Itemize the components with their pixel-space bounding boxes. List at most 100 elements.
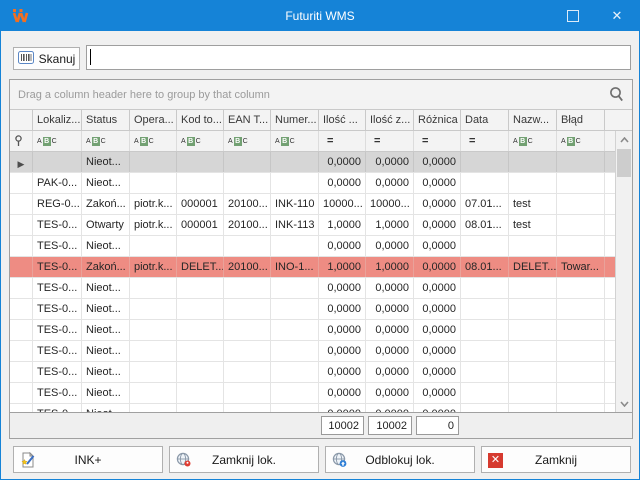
grid-cell[interactable]: 0,0000 [319,278,366,298]
column-header[interactable]: EAN T... [224,110,271,130]
table-row[interactable]: TES-0...Nieot...0,00000,00000,0000 [10,278,617,299]
grid-cell[interactable]: 0,0000 [366,404,414,412]
column-header[interactable]: Lokaliz... [33,110,82,130]
search-icon[interactable] [608,86,625,108]
grid-cell[interactable]: 1,0000 [319,257,366,277]
grid-cell[interactable] [557,278,605,298]
grid-cell[interactable]: INO-1... [271,257,319,277]
filter-cell[interactable]: ABC [177,131,224,151]
grid-cell[interactable]: test [509,215,557,235]
grid-cell[interactable] [130,404,177,412]
filter-cell[interactable]: = [366,131,414,151]
filter-cell[interactable]: ABC [557,131,605,151]
grid-cell[interactable] [509,278,557,298]
grid-cell[interactable]: 0,0000 [366,341,414,361]
filter-cell[interactable]: ABC [271,131,319,151]
grid-cell[interactable]: 0,0000 [319,173,366,193]
grid-cell[interactable]: 1,0000 [366,215,414,235]
grid-cell[interactable]: 20100... [224,257,271,277]
grid-cell[interactable] [130,173,177,193]
grid-cell[interactable] [461,362,509,382]
grid-cell[interactable]: 0,0000 [366,278,414,298]
grid-cell[interactable]: 20100... [224,194,271,214]
grid-cell[interactable] [557,383,605,403]
grid-cell[interactable] [130,320,177,340]
grid-cell[interactable]: 10000... [319,194,366,214]
grid-cell[interactable]: piotr.k... [130,194,177,214]
grid-cell[interactable]: Nieot... [82,278,130,298]
grid-cell[interactable] [509,404,557,412]
grid-cell[interactable]: 0,0000 [414,215,461,235]
grid-cell[interactable] [130,362,177,382]
grid-cell[interactable] [461,299,509,319]
filter-cell[interactable]: ABC [224,131,271,151]
grid-cell[interactable] [224,320,271,340]
grid-cell[interactable] [509,320,557,340]
grid-cell[interactable] [461,236,509,256]
grid-cell[interactable]: 1,0000 [319,215,366,235]
grid-cell[interactable]: TES-0... [33,362,82,382]
grid-cell[interactable] [557,362,605,382]
scroll-up-button[interactable] [616,132,632,147]
grid-cell[interactable]: Nieot... [82,404,130,412]
grid-cell[interactable]: Nieot... [82,320,130,340]
grid-cell[interactable]: 0,0000 [319,383,366,403]
grid-cell[interactable] [461,320,509,340]
grid-cell[interactable]: 1,0000 [366,257,414,277]
grid-cell[interactable] [224,278,271,298]
table-row[interactable]: TES-0...Nieot...0,00000,00000,0000 [10,299,617,320]
table-row[interactable]: TES-0...Nieot...0,00000,00000,0000 [10,362,617,383]
grid-cell[interactable] [224,362,271,382]
grid-cell[interactable] [224,383,271,403]
row-indicator-header[interactable] [10,110,33,130]
grid-cell[interactable]: 07.01... [461,194,509,214]
grid-cell[interactable] [224,404,271,412]
table-row[interactable]: TES-0...Zakoń...piotr.k...DELET...20100.… [10,257,617,278]
grid-cell[interactable]: 0,0000 [319,236,366,256]
scrollbar-thumb[interactable] [617,149,631,177]
grid-cell[interactable] [224,152,271,172]
grid-cell[interactable]: 000001 [177,215,224,235]
grid-cell[interactable]: piotr.k... [130,215,177,235]
scan-button[interactable]: Skanuj [13,47,80,70]
grid-cell[interactable] [224,341,271,361]
grid-cell[interactable]: PAK-0... [33,173,82,193]
grid-cell[interactable] [177,362,224,382]
grid-cell[interactable]: 0,0000 [414,152,461,172]
grid-cell[interactable] [130,278,177,298]
grid-cell[interactable] [224,173,271,193]
grid-cell[interactable]: 0,0000 [366,383,414,403]
grid-cell[interactable]: Nieot... [82,173,130,193]
maximize-button[interactable] [551,1,595,31]
table-row[interactable]: TES-0...Nieot...0,00000,00000,0000 [10,341,617,362]
grid-cell[interactable] [509,236,557,256]
grid-cell[interactable] [224,299,271,319]
grid-cell[interactable] [461,173,509,193]
table-row[interactable]: ▶Nieot...0,00000,00000,0000 [10,152,617,173]
grid-cell[interactable]: 0,0000 [366,362,414,382]
grid-cell[interactable] [509,299,557,319]
grid-cell[interactable] [509,383,557,403]
filter-cell[interactable]: = [461,131,509,151]
grid-cell[interactable]: 0,0000 [366,299,414,319]
grid-cell[interactable] [557,152,605,172]
grid-cell[interactable]: TES-0... [33,215,82,235]
grid-cell[interactable]: 0,0000 [414,236,461,256]
close-location-button[interactable]: Zamknij lok. [169,446,319,473]
column-header[interactable]: Opera... [130,110,177,130]
unlock-location-button[interactable]: Odblokuj lok. [325,446,475,473]
grid-cell[interactable]: 0,0000 [319,362,366,382]
column-header[interactable]: Różnica [414,110,461,130]
grid-cell[interactable]: 0,0000 [366,173,414,193]
grid-cell[interactable] [557,173,605,193]
grid-cell[interactable]: 0,0000 [366,236,414,256]
grid-cell[interactable]: Zakoń... [82,257,130,277]
grid-cell[interactable]: 08.01... [461,257,509,277]
grid-cell[interactable] [33,152,82,172]
grid-cell[interactable]: 0,0000 [414,383,461,403]
grid-cell[interactable]: TES-0... [33,278,82,298]
column-header[interactable]: Data [461,110,509,130]
grid-cell[interactable] [271,404,319,412]
grid-cell[interactable]: TES-0... [33,383,82,403]
grid-cell[interactable] [271,362,319,382]
